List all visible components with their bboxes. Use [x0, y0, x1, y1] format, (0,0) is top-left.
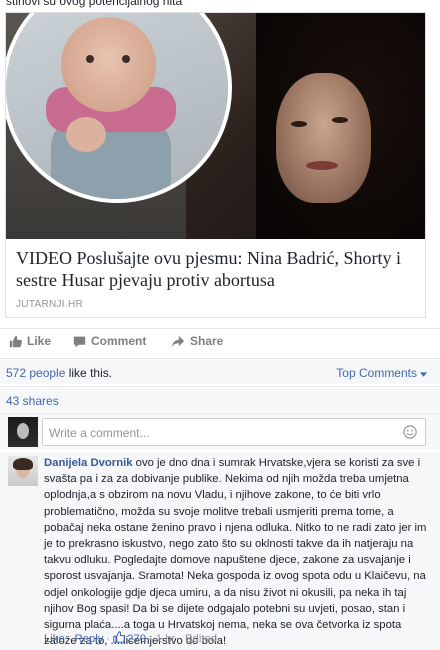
comment-edited[interactable]: Edited [185, 633, 217, 645]
separator-dot: · [149, 632, 153, 645]
write-comment-input[interactable]: Write a comment... [42, 418, 426, 446]
separator-dot: · [67, 632, 72, 645]
thumbs-up-icon [113, 631, 126, 646]
share-arrow-icon [171, 335, 185, 348]
current-user-avatar[interactable] [8, 417, 38, 447]
avatar-face [17, 423, 29, 439]
shares-row: 43 shares [0, 388, 440, 412]
commenter-avatar[interactable] [8, 456, 38, 486]
separator-dot: · [106, 632, 111, 645]
comment-time[interactable]: 1 hr [156, 633, 175, 645]
smiley-emoji-icon[interactable] [403, 425, 417, 442]
top-comments-label: Top Comments [336, 366, 417, 380]
woman-eye-left [291, 121, 307, 127]
thumbs-up-icon [9, 335, 22, 348]
comment: Danijela Dvornik ovo je dno dna i sumrak… [0, 452, 440, 650]
divider [0, 358, 440, 359]
post-text: stinovi su ovog potencijalnog hita [6, 0, 183, 8]
separator-dot: · [178, 632, 183, 645]
baby-circle-inset [6, 13, 232, 203]
caret-down-icon [420, 366, 427, 380]
baby-eye-left [86, 55, 94, 63]
comment-author-link[interactable]: Danijela Dvornik [44, 457, 133, 469]
comment-text: ovo je dno dna i sumrak Hrvatske,vjera s… [44, 457, 427, 648]
woman-eye-right [332, 117, 348, 123]
divider [0, 386, 440, 387]
comment-meta: Like · Reply · 270 · 1 hr · Edited [44, 631, 217, 646]
baby-head [61, 17, 156, 112]
post-actions-bar: Like Comment Share [0, 330, 440, 356]
write-comment-row: Write a comment... [0, 414, 440, 450]
comment-button[interactable]: Comment [73, 334, 146, 348]
comment-body: Danijela Dvornik ovo je dno dna i sumrak… [44, 455, 428, 649]
baby-hand [66, 117, 106, 152]
woman-face [276, 73, 371, 203]
write-comment-placeholder: Write a comment... [49, 426, 150, 440]
baby-eye-right [122, 55, 130, 63]
like-label: Like [27, 334, 52, 348]
share-button[interactable]: Share [171, 334, 223, 348]
link-preview-card[interactable]: JE VIDEO Poslušajte ovu pjesmu: Nina Bad… [5, 12, 426, 318]
link-title[interactable]: VIDEO Poslušajte ovu pjesmu: Nina Badrić… [16, 247, 416, 291]
comment-icon [73, 335, 86, 348]
likes-summary: 572 people like this. [6, 366, 112, 380]
woman-lips [306, 161, 338, 170]
likes-count-link[interactable]: 572 people [6, 366, 65, 380]
avatar-hair [13, 458, 33, 470]
link-domain: JUTARNJI.HR [16, 299, 84, 310]
divider [0, 328, 440, 329]
like-count-value: 270 [127, 632, 147, 645]
like-button[interactable]: Like [9, 334, 51, 348]
comment-like-link[interactable]: Like [44, 633, 65, 645]
share-label: Share [190, 334, 224, 348]
comment-reply-link[interactable]: Reply [75, 633, 104, 645]
shares-count-link[interactable]: 43 shares [6, 394, 59, 408]
facebook-post: stinovi su ovog potencijalnog hita JE VI… [0, 0, 440, 650]
comment-like-count[interactable]: 270 [113, 631, 146, 646]
likes-summary-row: 572 people like this. Top Comments [0, 360, 440, 384]
top-comments-dropdown[interactable]: Top Comments [336, 366, 427, 380]
comment-label: Comment [91, 334, 147, 348]
likes-suffix: like this. [65, 366, 113, 380]
link-preview-image[interactable]: JE [6, 13, 425, 239]
